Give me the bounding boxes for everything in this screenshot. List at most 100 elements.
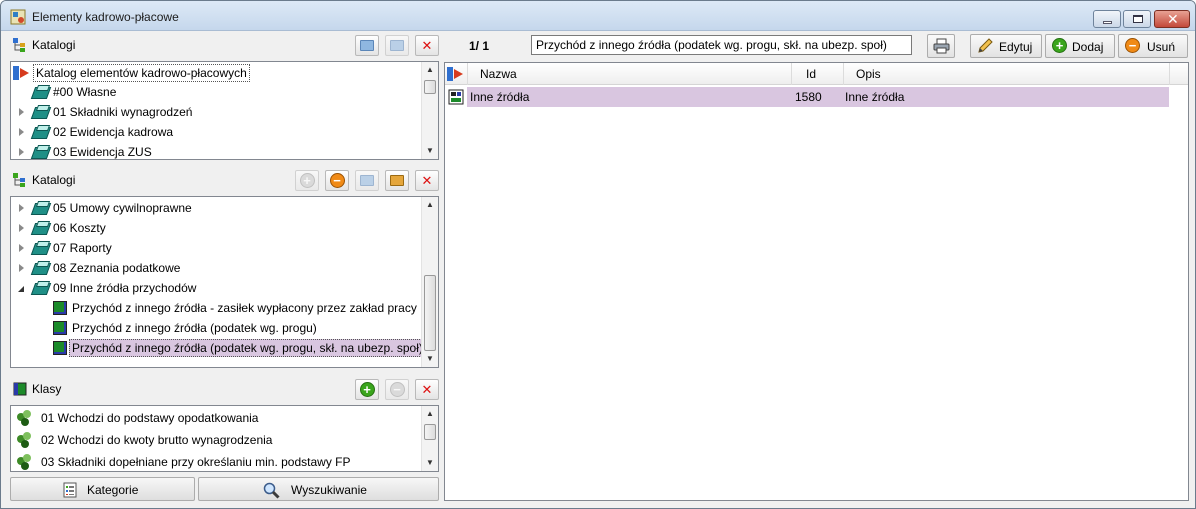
list-item[interactable]: 02 Wchodzi do kwoty brutto wynagrodzenia <box>11 429 421 451</box>
list-item-label: 02 Wchodzi do kwoty brutto wynagrodzenia <box>41 433 273 447</box>
class-beads-icon <box>17 454 33 470</box>
edit-label: Edytuj <box>999 40 1033 54</box>
catalog-root-icon <box>13 66 29 80</box>
scroll-down-icon[interactable]: ▼ <box>422 455 438 471</box>
delete-button[interactable]: − Usuń <box>1118 34 1188 58</box>
edit-catalog-button[interactable] <box>385 35 409 56</box>
scroll-down-icon[interactable]: ▼ <box>422 351 438 367</box>
scroll-up-icon[interactable]: ▲ <box>422 406 438 422</box>
column-separator[interactable] <box>843 63 844 85</box>
column-header-nazwa[interactable]: Nazwa <box>480 67 517 81</box>
scroll-up-icon[interactable]: ▲ <box>422 62 438 78</box>
folder-add-icon <box>360 40 374 51</box>
classes-panel-header: Klasy + − ✕ <box>7 376 439 402</box>
tree-leaf-item-selected[interactable]: Przychód z innego źródła (podatek wg. pr… <box>11 338 426 358</box>
minus-icon: − <box>1125 38 1140 53</box>
add-class-button[interactable]: + <box>355 379 379 400</box>
scroll-up-icon[interactable]: ▲ <box>422 197 438 213</box>
app-icon <box>10 9 26 25</box>
tree-item-label: 08 Zeznania podatkowe <box>53 261 181 275</box>
add-button[interactable]: + Dodaj <box>1045 34 1115 58</box>
remove-item-button[interactable]: − <box>325 170 349 191</box>
magnifier-icon <box>263 482 280 499</box>
scroll-thumb[interactable] <box>424 424 436 440</box>
scroll-thumb[interactable] <box>424 80 436 94</box>
delete-class-button[interactable]: ✕ <box>415 379 439 400</box>
tree-item[interactable]: 09 Inne źródła przychodów <box>11 278 421 298</box>
print-button[interactable] <box>927 34 955 58</box>
tree-item[interactable]: 02 Ewidencja kadrowa <box>11 122 421 142</box>
tree-item[interactable]: 07 Raporty <box>11 238 421 258</box>
expand-arrow-icon[interactable] <box>19 244 24 252</box>
add-folder-button[interactable] <box>355 170 379 191</box>
tree-item[interactable]: #00 Własne <box>11 82 421 102</box>
add-label: Dodaj <box>1072 40 1104 54</box>
column-header-id[interactable]: Id <box>806 67 816 81</box>
tree-item[interactable]: 01 Składniki wynagrodzeń <box>11 102 421 122</box>
book-icon <box>33 241 48 254</box>
title-bar[interactable]: Elementy kadrowo-płacowe ✕ <box>1 1 1195 31</box>
tree-item[interactable]: 06 Koszty <box>11 218 421 238</box>
add-item-button[interactable]: + <box>295 170 319 191</box>
edit-button[interactable]: Edytuj <box>970 34 1042 58</box>
cell-nazwa: Inne źródła <box>470 90 530 104</box>
column-separator <box>1169 63 1170 85</box>
subcatalog-scrollbar[interactable]: ▲ ▼ <box>421 197 438 367</box>
main-window: Elementy kadrowo-płacowe ✕ Katalogi ✕ Ka… <box>0 0 1196 509</box>
maximize-button[interactable] <box>1123 10 1151 28</box>
record-counter: 1/ 1 <box>469 39 490 53</box>
collapse-arrow-icon[interactable] <box>18 286 24 292</box>
categories-button[interactable]: Kategorie <box>10 477 195 501</box>
expand-arrow-icon[interactable] <box>19 264 24 272</box>
tree-item[interactable]: 08 Zeznania podatkowe <box>11 258 421 278</box>
subcatalog-tree[interactable]: 05 Umowy cywilnoprawne 06 Koszty 07 Rapo… <box>10 196 439 368</box>
catalog-tree[interactable]: Katalog elementów kadrowo-płacowych #00 … <box>10 61 439 160</box>
delete-catalog-button[interactable]: ✕ <box>415 35 439 56</box>
scroll-down-icon[interactable]: ▼ <box>422 143 438 159</box>
expand-arrow-icon[interactable] <box>19 128 24 136</box>
close-window-button[interactable]: ✕ <box>1154 10 1190 28</box>
scroll-thumb[interactable] <box>424 275 436 351</box>
book-icon <box>33 85 48 98</box>
delete-folder-button[interactable]: ✕ <box>415 170 439 191</box>
classes-panel-title: Klasy <box>32 382 62 396</box>
tree-leaf-item[interactable]: Przychód z innego źródła (podatek wg. pr… <box>11 318 421 338</box>
tree-item-label: 01 Składniki wynagrodzeń <box>53 105 193 119</box>
expand-arrow-icon[interactable] <box>19 224 24 232</box>
minus-icon: − <box>329 173 345 188</box>
class-element-icon <box>53 321 67 335</box>
tree-item-root[interactable]: Katalog elementów kadrowo-płacowych <box>11 63 421 83</box>
column-header-opis[interactable]: Opis <box>856 67 881 81</box>
expand-arrow-icon[interactable] <box>19 204 24 212</box>
folder-add-icon <box>360 175 374 186</box>
row-element-icon <box>448 89 464 105</box>
tree-item-label: 03 Ewidencja ZUS <box>53 145 152 159</box>
classes-list[interactable]: 01 Wchodzi do podstawy opodatkowania 02 … <box>10 405 439 472</box>
window-title: Elementy kadrowo-płacowe <box>32 10 179 24</box>
subcatalog-panel-header: Katalogi + − ✕ <box>7 167 439 193</box>
expand-arrow-icon[interactable] <box>19 148 24 156</box>
list-item[interactable]: 03 Składniki dopełniane przy określaniu … <box>11 451 421 471</box>
tree-item[interactable]: 05 Umowy cywilnoprawne <box>11 198 421 218</box>
column-separator[interactable] <box>791 63 792 85</box>
minimize-button[interactable] <box>1093 10 1121 28</box>
book-icon <box>33 201 48 214</box>
filter-input[interactable] <box>531 35 912 55</box>
elements-grid[interactable]: Nazwa Id Opis Inne źródła 1580 Inne źród… <box>444 62 1189 501</box>
grid-catalog-icon <box>447 67 463 81</box>
add-catalog-button[interactable] <box>355 35 379 56</box>
search-button[interactable]: Wyszukiwanie <box>198 477 439 501</box>
subcatalog-panel-title: Katalogi <box>32 173 76 187</box>
maximize-icon <box>1133 15 1143 23</box>
catalog-scrollbar[interactable]: ▲ ▼ <box>421 62 438 159</box>
edit-folder-button[interactable] <box>385 170 409 191</box>
folder-edit-icon <box>390 40 404 51</box>
tree-item-label: Przychód z innego źródła (podatek wg. pr… <box>69 339 426 357</box>
expand-arrow-icon[interactable] <box>19 108 24 116</box>
tree-item[interactable]: 03 Ewidencja ZUS <box>11 142 421 159</box>
remove-class-button[interactable]: − <box>385 379 409 400</box>
classes-scrollbar[interactable]: ▲ ▼ <box>421 406 438 471</box>
tree-leaf-item[interactable]: Przychód z innego źródła - zasiłek wypła… <box>11 298 421 318</box>
table-row-selected[interactable]: Inne źródła 1580 Inne źródła <box>467 87 1169 107</box>
list-item[interactable]: 01 Wchodzi do podstawy opodatkowania <box>11 407 421 429</box>
